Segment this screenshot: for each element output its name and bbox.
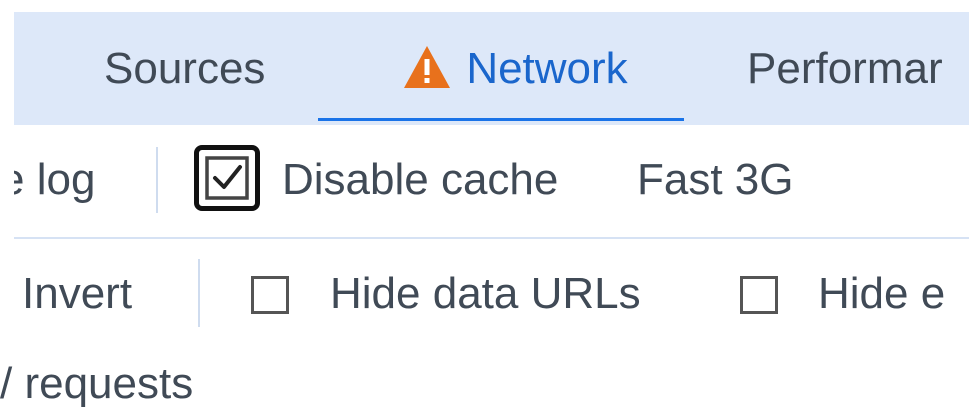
tab-sources[interactable]: Sources	[104, 12, 265, 125]
tab-network-label: Network	[466, 43, 628, 93]
tab-network[interactable]: Network	[332, 12, 698, 125]
hide-extension-urls-checkbox[interactable]	[740, 276, 778, 314]
panel-tab-bar: Sources Network Performar	[14, 12, 969, 125]
checkbox-checked-icon	[205, 156, 249, 200]
network-toolbar: e log Disable cache Fast 3G	[14, 125, 969, 239]
throttling-select[interactable]: Fast 3G	[637, 155, 794, 205]
tab-performance-label: Performar	[747, 43, 943, 93]
preserve-log-label[interactable]: e log	[14, 155, 95, 205]
hide-data-urls-label[interactable]: Hide data URLs	[330, 269, 641, 319]
request-types-row: / requests	[0, 362, 193, 406]
disable-cache-label[interactable]: Disable cache	[282, 155, 558, 205]
active-tab-underline	[318, 118, 684, 121]
invert-label[interactable]: Invert	[22, 269, 132, 319]
hide-data-urls-checkbox[interactable]	[251, 276, 289, 314]
toolbar-separator	[156, 147, 158, 213]
tab-sources-label: Sources	[104, 43, 266, 93]
filter-toolbar: Invert Hide data URLs Hide e	[14, 239, 969, 351]
disable-cache-checkbox[interactable]	[194, 145, 260, 211]
hide-extension-urls-label[interactable]: Hide e	[818, 269, 945, 319]
warning-triangle-icon	[402, 44, 452, 90]
request-types-label: / requests	[0, 359, 194, 408]
tab-performance[interactable]: Performar	[747, 12, 943, 125]
filter-separator	[198, 259, 200, 327]
